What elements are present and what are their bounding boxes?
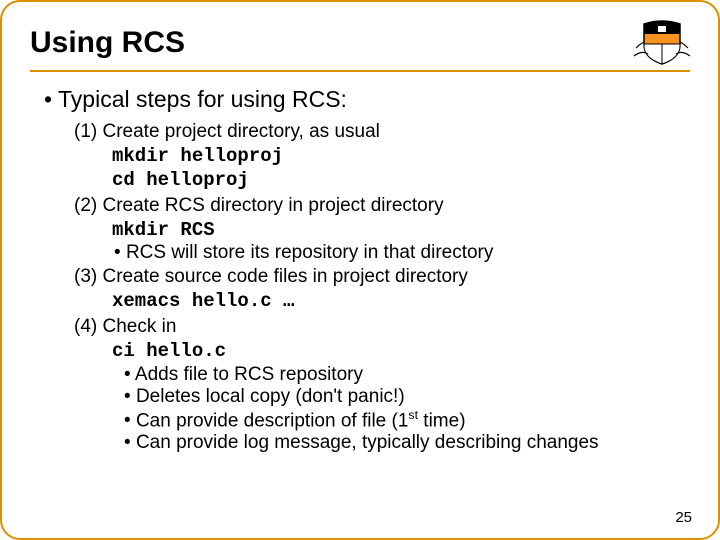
step-4-b1: Adds file to RCS repository [124, 364, 690, 386]
step-2-code-1: mkdir RCS [112, 219, 690, 243]
step-2-label: (2) Create RCS directory in project dire… [74, 195, 690, 217]
princeton-shield-icon [634, 20, 690, 66]
step-4-code-1: ci hello.c [112, 340, 690, 364]
slide-title: Using RCS [30, 26, 185, 60]
step-4-b3-sup: st [408, 408, 418, 422]
slide-frame: Using RCS Typical steps for using RCS: (… [0, 0, 720, 540]
step-4-label: (4) Check in [74, 316, 690, 338]
step-4-b3: Can provide description of file (1st tim… [124, 408, 690, 432]
step-3-code-1: xemacs hello.c … [112, 290, 690, 314]
step-4-b3-pre: Can provide description of file (1 [136, 410, 408, 431]
step-4-b2: Deletes local copy (don't panic!) [124, 386, 690, 408]
step-4-b4: Can provide log message, typically descr… [124, 432, 690, 454]
header: Using RCS [30, 20, 690, 72]
top-bullet: Typical steps for using RCS: [44, 86, 690, 113]
step-3-label: (3) Create source code files in project … [74, 266, 690, 288]
step-1-code-2: cd helloproj [112, 169, 690, 193]
step-1-label: (1) Create project directory, as usual [74, 121, 690, 143]
step-2-note: RCS will store its repository in that di… [114, 242, 690, 264]
step-1-code-1: mkdir helloproj [112, 145, 690, 169]
page-number: 25 [675, 509, 692, 526]
step-4-b3-post: time) [418, 410, 466, 431]
